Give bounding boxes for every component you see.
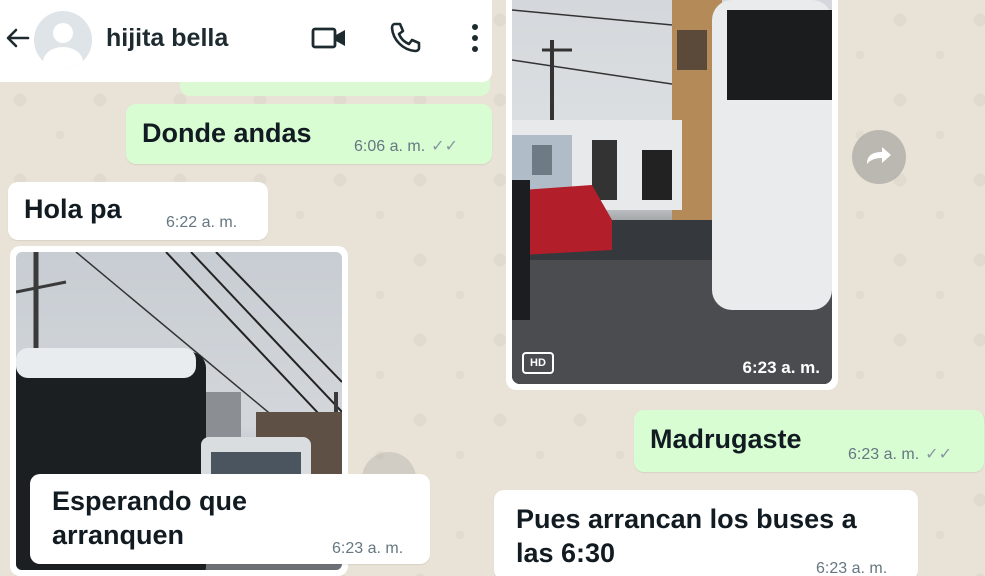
message-time: 6:06 a. m. (354, 138, 426, 155)
video-camera-icon[interactable] (310, 22, 348, 54)
message-time: 6:23 a. m. (848, 446, 920, 463)
more-vertical-icon[interactable] (468, 22, 482, 54)
message-time: 6:23 a. m. (332, 540, 404, 557)
chat-panel-left: hijita bella Donde andas 6:06 a. m. ✓✓ Ho… (0, 0, 495, 576)
message-text: Esperando que arranquen (52, 486, 248, 550)
phone-icon[interactable] (388, 20, 422, 54)
message-time: 6:23 a. m. (816, 560, 888, 576)
photo-image[interactable]: HD 6:23 a. m. (512, 0, 832, 384)
message-time: 6:23 a. m. (742, 358, 821, 377)
message-text: Madrugaste (650, 424, 802, 454)
contact-name[interactable]: hijita bella (106, 24, 228, 53)
message-outgoing[interactable]: Madrugaste 6:23 a. m. ✓✓ (634, 410, 984, 472)
message-photo[interactable]: HD 6:23 a. m. (506, 0, 838, 390)
message-time: 6:22 a. m. (166, 214, 238, 231)
hd-badge: HD (522, 352, 554, 374)
message-outgoing[interactable]: Donde andas 6:06 a. m. ✓✓ (126, 104, 492, 164)
forward-icon (867, 147, 891, 164)
arrow-left-icon[interactable] (4, 24, 32, 52)
avatar[interactable] (34, 11, 92, 69)
message-incoming[interactable]: Hola pa 6:22 a. m. (8, 182, 268, 240)
message-text: Hola pa (24, 194, 122, 224)
message-text: Donde andas (142, 118, 312, 148)
message-incoming[interactable]: Pues arrancan los buses a las 6:30 6:23 … (494, 490, 918, 576)
forward-button[interactable] (852, 130, 906, 184)
message-incoming[interactable]: Esperando que arranquen 6:23 a. m. (30, 474, 430, 564)
double-check-icon: ✓✓ (925, 446, 952, 463)
double-check-icon: ✓✓ (431, 138, 458, 155)
chat-header: hijita bella (0, 0, 492, 82)
